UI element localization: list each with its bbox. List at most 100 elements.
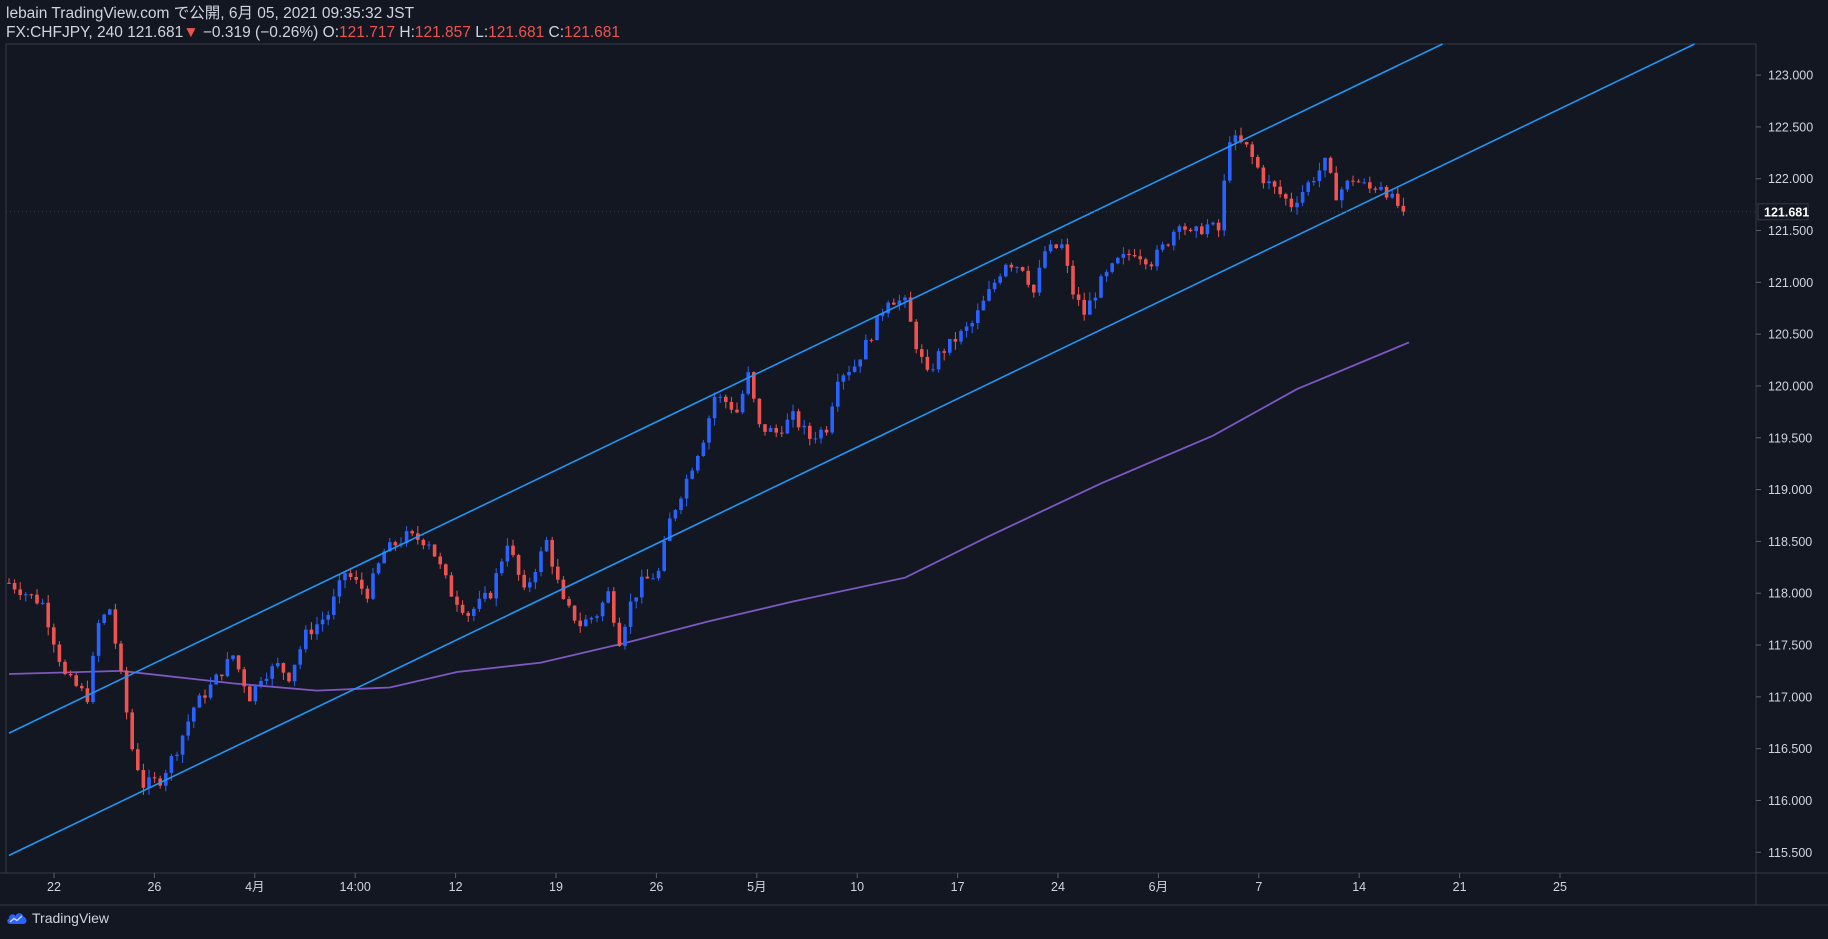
candle-body bbox=[1300, 192, 1305, 203]
candle-body bbox=[304, 629, 308, 650]
candles-layer[interactable] bbox=[7, 127, 1406, 795]
plot-frame bbox=[0, 43, 1828, 906]
candle-body bbox=[326, 614, 330, 620]
candle-body bbox=[556, 566, 560, 580]
candle-body bbox=[774, 428, 778, 433]
candle-body bbox=[1099, 276, 1103, 298]
candle-body bbox=[1401, 205, 1406, 212]
candle-body bbox=[645, 576, 650, 579]
candle-body bbox=[186, 721, 190, 736]
price-chart[interactable]: 115.500 116.000 116.500 117.000 117.500 118.0… bbox=[0, 0, 1828, 939]
candle-body bbox=[1194, 226, 1198, 232]
price-tick-label: 122.000 bbox=[1768, 172, 1813, 186]
candle-body bbox=[427, 544, 431, 546]
candle-body bbox=[953, 338, 958, 342]
time-tick-label: 12 bbox=[449, 880, 463, 894]
candle-body bbox=[679, 498, 683, 511]
candle-body bbox=[780, 432, 784, 434]
candle-body bbox=[623, 626, 627, 647]
candle-body bbox=[1328, 157, 1333, 173]
time-tick-label: 6月 bbox=[1149, 880, 1168, 894]
candle-body bbox=[35, 594, 39, 604]
candle-body bbox=[528, 582, 532, 588]
candle-body bbox=[987, 289, 991, 301]
candle-body bbox=[1272, 181, 1277, 187]
candle-body bbox=[578, 620, 582, 627]
candle-body bbox=[360, 579, 364, 589]
candle-body bbox=[712, 396, 717, 419]
candle-body bbox=[1032, 284, 1036, 293]
candle-body bbox=[757, 398, 762, 425]
candle-body bbox=[707, 418, 711, 443]
candle-body bbox=[701, 442, 706, 457]
candle-body bbox=[511, 545, 515, 556]
candle-body bbox=[1228, 142, 1232, 181]
candle-body bbox=[197, 695, 202, 708]
candle-body bbox=[1172, 231, 1176, 246]
candle-body bbox=[516, 555, 521, 575]
candle-body bbox=[836, 381, 840, 407]
candle-body bbox=[1076, 294, 1081, 300]
candle-body bbox=[1183, 226, 1187, 230]
price-tick-label: 117.000 bbox=[1768, 690, 1812, 704]
candle-body bbox=[925, 356, 930, 370]
candle-body bbox=[796, 411, 801, 428]
candle-body bbox=[332, 596, 336, 615]
candle-body bbox=[651, 578, 655, 580]
candle-body bbox=[46, 602, 50, 628]
candle-body bbox=[1009, 264, 1014, 268]
candle-body bbox=[802, 425, 806, 428]
candle-body bbox=[612, 591, 616, 623]
candle-body bbox=[785, 419, 790, 434]
candle-body bbox=[438, 556, 442, 565]
footer: TradingView bbox=[6, 910, 109, 926]
candle-body bbox=[1088, 300, 1092, 315]
candle-body bbox=[858, 359, 862, 367]
candle-body bbox=[595, 616, 599, 618]
plot-border bbox=[5, 43, 1757, 874]
candle-body bbox=[1093, 297, 1098, 301]
candle-body bbox=[914, 321, 918, 350]
price-tick-label: 118.500 bbox=[1768, 535, 1812, 549]
price-axis[interactable]: 115.500 116.000 116.500 117.000 117.500 118.0… bbox=[1756, 69, 1813, 860]
price-tick-label: 123.000 bbox=[1768, 69, 1813, 83]
candle-body bbox=[444, 564, 448, 576]
trend-channel-layer[interactable] bbox=[8, 43, 1695, 857]
time-tick-label: 19 bbox=[549, 880, 563, 894]
candle-body bbox=[1160, 244, 1165, 250]
candle-body bbox=[1138, 256, 1142, 260]
candle-body bbox=[1250, 144, 1254, 157]
footer-brand[interactable]: TradingView bbox=[32, 910, 109, 926]
candle-body bbox=[270, 666, 274, 679]
candle-body bbox=[225, 659, 230, 677]
channel-line-upper[interactable] bbox=[8, 43, 1443, 734]
candle-body bbox=[903, 297, 907, 301]
candle-body bbox=[371, 573, 375, 599]
candle-body bbox=[343, 573, 347, 581]
price-tick-label: 119.000 bbox=[1768, 483, 1812, 497]
candle-body bbox=[1289, 198, 1294, 208]
price-tick-label: 118.000 bbox=[1768, 587, 1812, 601]
candle-body bbox=[640, 576, 644, 598]
candle-body bbox=[567, 599, 571, 606]
time-tick-label: 24 bbox=[1051, 880, 1065, 894]
candle-body bbox=[1351, 180, 1355, 182]
candle-body bbox=[724, 396, 728, 402]
candle-body bbox=[1205, 224, 1210, 235]
time-axis[interactable]: 22 26 4月 14:00 12 19 26 5月 10 17 24 6月 7 14 21 25 bbox=[47, 873, 1567, 894]
candle-body bbox=[1267, 181, 1271, 184]
candle-body bbox=[1177, 226, 1182, 232]
price-tick-label: 119.500 bbox=[1768, 431, 1812, 445]
channel-line-lower[interactable] bbox=[8, 43, 1695, 857]
candle-body bbox=[231, 655, 235, 660]
candle-body bbox=[169, 756, 174, 773]
candle-body bbox=[662, 540, 666, 571]
candle-body bbox=[740, 393, 745, 413]
candle-body bbox=[1233, 135, 1238, 143]
candle-body bbox=[1345, 180, 1350, 190]
candle-body bbox=[1216, 222, 1221, 231]
candle-body bbox=[589, 617, 594, 620]
candle-body bbox=[1144, 259, 1148, 265]
candle-body bbox=[544, 540, 549, 552]
candle-body bbox=[449, 575, 454, 597]
